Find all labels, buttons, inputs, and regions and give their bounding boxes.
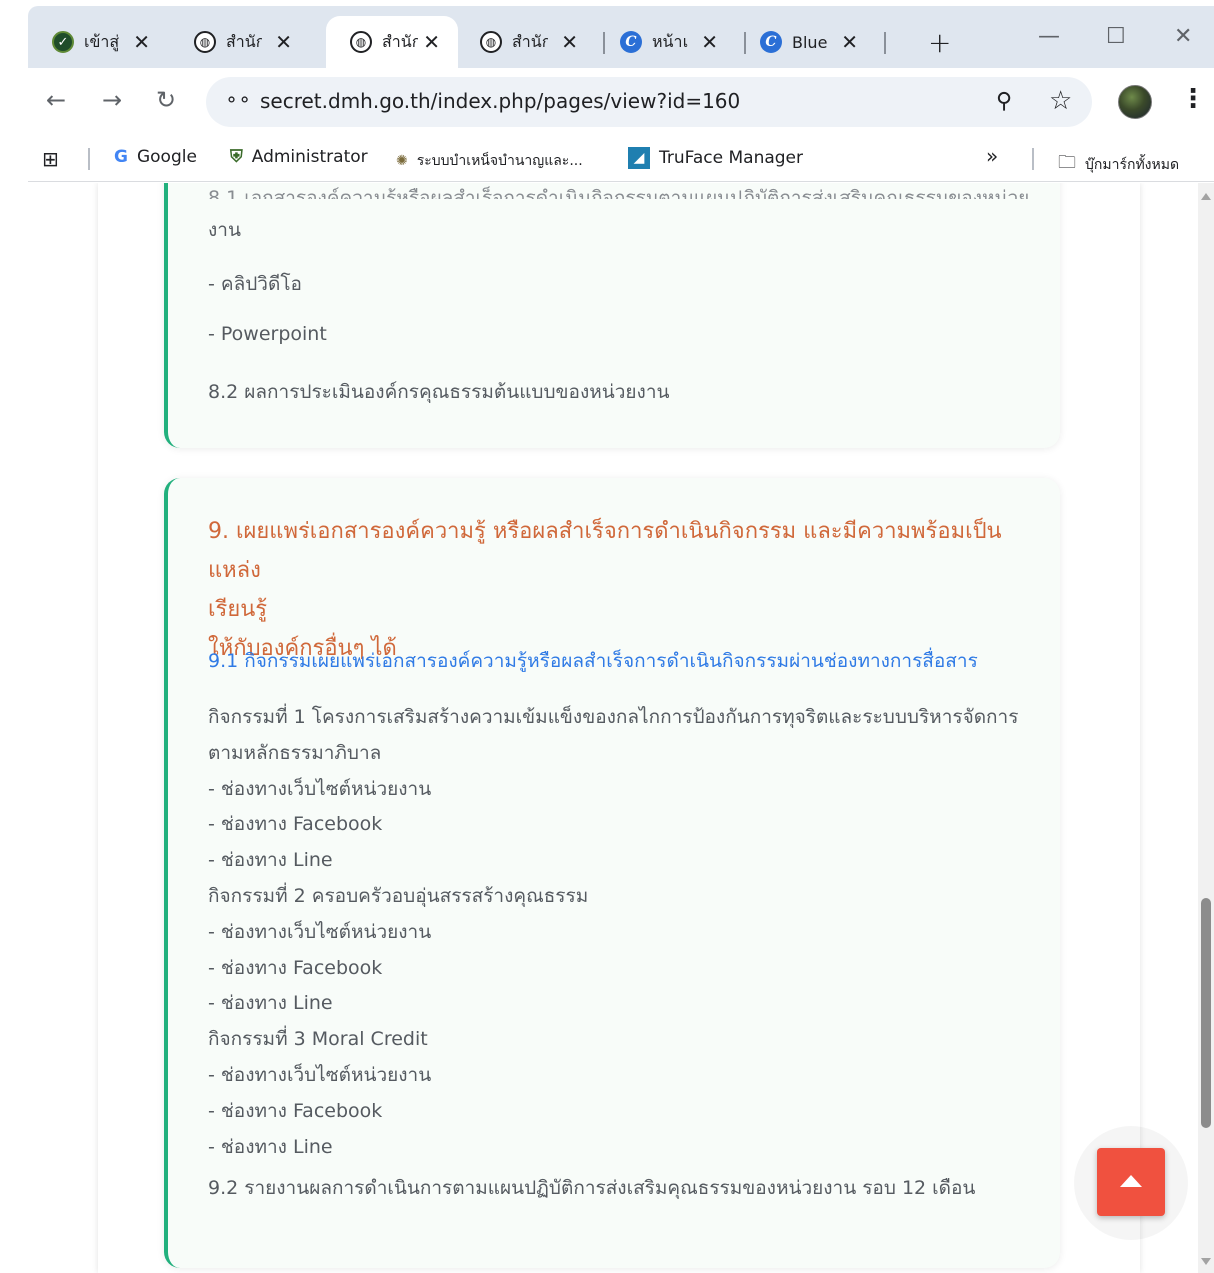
- activity-channel-list: กิจกรรมที่ 1 โครงการเสริมสร้างความเข้มแข…: [208, 700, 1038, 1165]
- list-item: กิจกรรมที่ 1 โครงการเสริมสร้างความเข้มแข…: [208, 706, 1019, 728]
- list-item: - ช่องทาง Facebook: [208, 1099, 383, 1122]
- all-bookmarks-button[interactable]: 🗀 บุ๊กมาร์กทั้งหมด: [1058, 150, 1179, 180]
- bookmark-star-icon[interactable]: ☆: [1049, 86, 1072, 116]
- section-8-1-title: 8.1 เอกสารองค์ความรู้หรือผลสำเร็จการดำเน…: [208, 187, 1030, 199]
- tab-label: Blue: [792, 32, 828, 52]
- bookmark-label: บุ๊กมาร์กทั้งหมด: [1085, 157, 1180, 173]
- list-item: - ช่องทางเว็บไซต์หน่วยงาน: [208, 1063, 432, 1086]
- globe-icon: ◍: [350, 31, 372, 53]
- scroll-down-arrow-icon[interactable]: [1201, 1258, 1211, 1265]
- bookmarks-overflow-button[interactable]: »: [986, 144, 998, 168]
- list-item: - ช่องทาง Line: [208, 992, 333, 1015]
- close-icon[interactable]: ✕: [561, 30, 578, 54]
- tab-label: สำนัก: [226, 31, 262, 51]
- tab-label: หน้าแ: [652, 31, 688, 51]
- apps-grid-icon[interactable]: ⊞: [42, 147, 59, 171]
- list-item: - ช่องทาง Line: [208, 849, 333, 872]
- close-icon[interactable]: ✕: [701, 30, 718, 54]
- list-item: - ช่องทาง Facebook: [208, 813, 383, 836]
- maximize-icon[interactable]: ☐: [1106, 24, 1126, 49]
- tab-strip: ✓ เข้าสู่ ✕ ◍ สำนัก ✕ ◍ สำนัก ✕ ◍ สำนัก …: [28, 6, 1214, 68]
- browser-toolbar: ← → ↻ ⚬⚬ secret.dmh.go.th/index.php/page…: [28, 68, 1214, 136]
- gov-seal-icon: ✺: [396, 153, 408, 169]
- tab-1[interactable]: ✓ เข้าสู่ ✕: [28, 16, 168, 68]
- minimize-icon[interactable]: —: [1038, 24, 1060, 49]
- section-8-1-title-cont: งาน: [208, 219, 241, 241]
- close-icon[interactable]: ✕: [275, 30, 292, 54]
- bookmark-label: ระบบบำเหน็จบำนาญและ...: [416, 153, 583, 169]
- page-scrollbar[interactable]: [1198, 183, 1214, 1273]
- tab-label: สำนัก: [512, 31, 548, 51]
- tab-label: เข้าสู่: [84, 31, 120, 51]
- section-9-2-title: 9.2 รายงานผลการดำเนินการตามแผนปฏิบัติการ…: [208, 1177, 976, 1199]
- bookmark-separator: [88, 148, 90, 170]
- bookmark-pension[interactable]: ✺ ระบบบำเหน็จบำนาญและ...: [396, 150, 583, 172]
- globe-icon: ◍: [480, 31, 502, 53]
- globe-icon: ◍: [194, 31, 216, 53]
- window-close-icon[interactable]: ✕: [1174, 24, 1192, 49]
- section-8-card: 8.1 เอกสารองค์ความรู้หรือผลสำเร็จการดำเน…: [164, 183, 1060, 448]
- bookmark-administrator[interactable]: ⛨ Administrator: [230, 147, 368, 167]
- bookmark-label: Google: [136, 147, 197, 167]
- tab-3-active[interactable]: ◍ สำนัก ✕: [326, 16, 458, 68]
- bookmark-separator: [1032, 148, 1034, 170]
- new-tab-button[interactable]: +: [928, 26, 951, 59]
- truface-icon: ◢: [628, 147, 650, 169]
- close-icon[interactable]: ✕: [133, 30, 150, 54]
- tab-2[interactable]: ◍ สำนัก ✕: [170, 16, 310, 68]
- close-icon[interactable]: ✕: [423, 30, 440, 54]
- close-icon[interactable]: ✕: [841, 30, 858, 54]
- section-9-heading: 9. เผยแพร่เอกสารองค์ความรู้ หรือผลสำเร็จ…: [208, 512, 1038, 668]
- folder-icon: 🗀: [1058, 152, 1076, 173]
- page-viewport: 8.1 เอกสารองค์ความรู้หรือผลสำเร็จการดำเน…: [0, 183, 1214, 1273]
- section-8-2-title: 8.2 ผลการประเมินองค์กรคุณธรรมต้นแบบของหน…: [208, 381, 670, 403]
- heading-line: 9. เผยแพร่เอกสารองค์ความรู้ หรือผลสำเร็จ…: [208, 519, 1002, 583]
- list-item: กิจกรรมที่ 2 ครอบครัวอบอุ่นสรรสร้างคุณธร…: [208, 884, 589, 907]
- tab-4[interactable]: ◍ สำนัก ✕: [456, 16, 596, 68]
- kebab-menu-icon[interactable]: ⋮: [1180, 84, 1206, 114]
- section-9-card: 9. เผยแพร่เอกสารองค์ความรู้ หรือผลสำเร็จ…: [164, 478, 1060, 1268]
- list-item: - ช่องทาง Line: [208, 1135, 333, 1158]
- zoom-icon[interactable]: ⚲: [996, 89, 1012, 114]
- section-9-1-title: 9.1 กิจกรรมเผยแพร่เอกสารองค์ความรู้หรือผ…: [208, 650, 978, 672]
- green-shield-icon: ✓: [52, 31, 74, 53]
- forward-arrow-icon[interactable]: →: [102, 86, 122, 114]
- list-item: - ช่องทางเว็บไซต์หน่วยงาน: [208, 777, 432, 800]
- tab-6[interactable]: C Blue ✕: [736, 16, 876, 68]
- list-item: - ช่องทาง Facebook: [208, 956, 383, 979]
- tab-separator: [884, 32, 886, 54]
- heading-line: เรียนรู้: [208, 597, 268, 622]
- list-item: ตามหลักธรรมาภิบาล: [208, 741, 382, 764]
- back-to-top-button[interactable]: [1097, 1148, 1165, 1216]
- site-info-icon[interactable]: ⚬⚬: [224, 90, 252, 111]
- caret-up-icon: [1120, 1175, 1142, 1187]
- scrollbar-thumb[interactable]: [1201, 898, 1211, 1128]
- tab-5[interactable]: C หน้าแ ✕: [596, 16, 736, 68]
- canva-icon: C: [620, 31, 642, 53]
- item-video-clip: - คลิปวิดีโอ: [208, 273, 302, 295]
- google-icon: G: [114, 147, 128, 167]
- bookmark-truface[interactable]: ◢ TruFace Manager: [628, 147, 803, 169]
- list-item: - ช่องทางเว็บไซต์หน่วยงาน: [208, 920, 432, 943]
- bookmark-label: Administrator: [251, 147, 368, 167]
- url-text[interactable]: secret.dmh.go.th/index.php/pages/view?id…: [260, 89, 740, 113]
- bookmarks-bar: ⊞ G Google ⛨ Administrator ✺ ระบบบำเหน็จ…: [28, 136, 1214, 182]
- green-shield-icon: ⛨: [230, 147, 243, 167]
- browser-window: ✓ เข้าสู่ ✕ ◍ สำนัก ✕ ◍ สำนัก ✕ ◍ สำนัก …: [0, 0, 1214, 1273]
- tab-label: สำนัก: [382, 31, 418, 51]
- reload-icon[interactable]: ↻: [156, 86, 176, 114]
- canva-icon: C: [760, 31, 782, 53]
- list-item: กิจกรรมที่ 3 Moral Credit: [208, 1028, 428, 1051]
- scroll-up-arrow-icon[interactable]: [1201, 193, 1211, 200]
- item-powerpoint: - Powerpoint: [208, 323, 327, 345]
- profile-avatar[interactable]: [1118, 85, 1152, 119]
- bookmark-google[interactable]: G Google: [114, 147, 197, 167]
- address-bar[interactable]: ⚬⚬ secret.dmh.go.th/index.php/pages/view…: [206, 77, 1092, 127]
- bookmark-label: TruFace Manager: [659, 148, 804, 168]
- back-arrow-icon[interactable]: ←: [46, 86, 66, 114]
